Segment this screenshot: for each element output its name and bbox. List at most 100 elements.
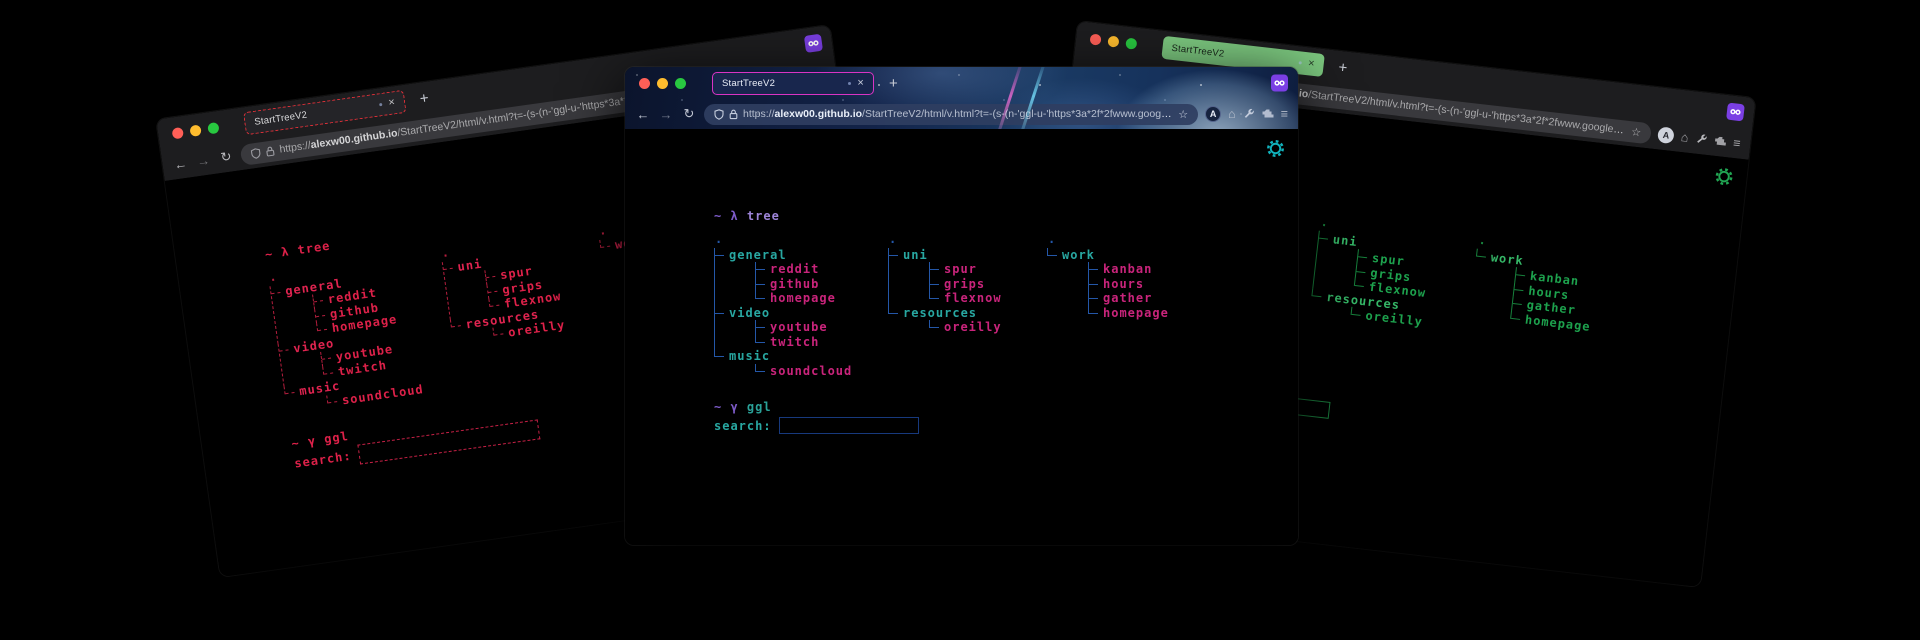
url-bar[interactable]: https://alexw00.github.io/StartTreeV2/ht… bbox=[704, 104, 1198, 125]
reload-icon[interactable]: ↻ bbox=[681, 106, 697, 122]
category-label: general bbox=[729, 248, 787, 262]
tree-link-flexnow[interactable]: flexnow bbox=[929, 291, 1002, 306]
minimize-window-button[interactable] bbox=[657, 78, 668, 89]
close-window-button[interactable] bbox=[171, 126, 183, 138]
category-label: uni bbox=[457, 256, 483, 273]
url-text: https://alexw00.github.io/StartTreeV2/ht… bbox=[743, 108, 1173, 120]
tree-link-github[interactable]: github bbox=[755, 277, 852, 292]
minimize-window-button[interactable] bbox=[1107, 35, 1119, 47]
tree-column: .generalredditgithubhomepagevideoyoutube… bbox=[267, 252, 424, 415]
desktop: StartTreeV2 × + ← → ↻ https://alexw00.gi… bbox=[0, 0, 1920, 640]
tree-link-oreilly[interactable]: oreilly bbox=[929, 320, 1002, 335]
tree-root-dot: . bbox=[1047, 233, 1169, 248]
starttree-page: ~ λ tree .generalredditgithubhomepagevid… bbox=[625, 129, 1298, 545]
gamma-symbol: γ bbox=[307, 432, 325, 448]
tab-title: StartTreeV2 bbox=[1171, 42, 1294, 67]
search-row: search: bbox=[293, 419, 540, 473]
tree-category-resources: resourcesoreilly bbox=[888, 306, 1002, 335]
search-input[interactable] bbox=[357, 419, 540, 464]
tree-link-homepage[interactable]: homepage bbox=[755, 291, 852, 306]
tree-link-soundcloud[interactable]: soundcloud bbox=[755, 364, 852, 379]
tree-column: .workkanbanhoursgatherhomepage bbox=[1469, 234, 1600, 334]
reload-icon[interactable]: ↻ bbox=[217, 148, 235, 166]
home-icon[interactable]: ⌂ bbox=[1680, 130, 1689, 145]
new-tab-button[interactable]: + bbox=[1338, 58, 1349, 76]
traffic-lights[interactable] bbox=[171, 121, 219, 138]
bookmark-star-icon[interactable]: ☆ bbox=[1631, 125, 1642, 139]
category-label: work bbox=[1490, 250, 1524, 268]
zoom-window-button[interactable] bbox=[207, 121, 219, 133]
tab-close-icon[interactable]: × bbox=[1307, 57, 1315, 70]
tree-column: .unispurgripsflexnowresourcesoreilly bbox=[440, 232, 567, 348]
tab-title: StartTreeV2 bbox=[254, 100, 375, 128]
extensions-icon[interactable] bbox=[1262, 108, 1274, 120]
category-label: uni bbox=[903, 248, 928, 262]
tab-favicon-dot bbox=[1299, 61, 1302, 64]
zoom-window-button[interactable] bbox=[1125, 37, 1137, 49]
category-label: work bbox=[1062, 248, 1095, 262]
menu-hamburger-icon[interactable]: ≡ bbox=[1732, 136, 1741, 151]
minimize-window-button[interactable] bbox=[189, 124, 201, 136]
account-icon[interactable]: A bbox=[1205, 106, 1221, 122]
close-window-button[interactable] bbox=[1090, 33, 1102, 45]
tab-bar: StartTreeV2 × + bbox=[625, 67, 1298, 99]
ggl-command: ggl bbox=[323, 429, 349, 446]
forward-icon[interactable]: → bbox=[194, 152, 212, 169]
tree-link-youtube[interactable]: youtube bbox=[755, 320, 852, 335]
firefox-mask-badge-icon[interactable] bbox=[1726, 103, 1745, 122]
tree-link-homepage[interactable]: homepage bbox=[1088, 306, 1169, 321]
tree-link-reddit[interactable]: reddit bbox=[755, 262, 852, 277]
tree-category-video: videoyoutubetwitch bbox=[714, 306, 852, 350]
traffic-lights[interactable] bbox=[639, 78, 686, 89]
home-icon[interactable]: ⌂ bbox=[1228, 107, 1236, 121]
tree-column: .workkanbanhoursgatherhomepage bbox=[1047, 233, 1169, 320]
new-tab-button[interactable]: + bbox=[889, 75, 898, 92]
wrench-icon[interactable] bbox=[1695, 133, 1708, 146]
browser-chrome: StartTreeV2 × + ← → ↻ https://alexw00.gi… bbox=[625, 67, 1298, 129]
shield-icon bbox=[250, 147, 261, 159]
search-input[interactable] bbox=[779, 417, 919, 434]
tree-link-hours[interactable]: hours bbox=[1088, 277, 1169, 292]
tree-link-spur[interactable]: spur bbox=[929, 262, 1002, 277]
firefox-mask-badge-icon[interactable] bbox=[804, 34, 823, 53]
search-section-header: ~ γ ggl bbox=[714, 400, 772, 414]
tree-category-general: generalredditgithubhomepage bbox=[714, 248, 852, 306]
bookmark-star-icon[interactable]: ☆ bbox=[1178, 108, 1188, 121]
tab-close-icon[interactable]: × bbox=[388, 96, 396, 109]
wrench-icon[interactable] bbox=[1243, 108, 1255, 120]
account-icon[interactable]: A bbox=[1657, 126, 1675, 144]
settings-gear-icon[interactable] bbox=[1266, 139, 1285, 158]
lambda-symbol: λ bbox=[280, 243, 298, 259]
forward-icon[interactable]: → bbox=[658, 107, 674, 122]
back-icon[interactable]: ← bbox=[635, 107, 651, 122]
tree-link-twitch[interactable]: twitch bbox=[755, 335, 852, 350]
extensions-icon[interactable] bbox=[1714, 135, 1727, 148]
tree-category-uni: unispurgripsflexnow bbox=[888, 248, 1002, 306]
tree-column: .unispurgripsflexnowresourcesoreilly bbox=[1309, 216, 1433, 330]
category-label: uni bbox=[1332, 232, 1358, 249]
browser-tab[interactable]: StartTreeV2 × bbox=[712, 72, 874, 95]
tab-title: StartTreeV2 bbox=[722, 78, 842, 89]
tree-category-music: musicsoundcloud bbox=[714, 349, 852, 378]
shield-icon bbox=[714, 109, 724, 120]
tree-link-kanban[interactable]: kanban bbox=[1088, 262, 1169, 277]
gamma-symbol: γ bbox=[730, 400, 746, 414]
tree-column: .generalredditgithubhomepagevideoyoutube… bbox=[714, 233, 852, 378]
new-tab-button[interactable]: + bbox=[419, 89, 430, 107]
search-label: search: bbox=[714, 419, 772, 433]
zoom-window-button[interactable] bbox=[675, 78, 686, 89]
lock-icon bbox=[265, 145, 275, 157]
settings-gear-icon[interactable] bbox=[1714, 166, 1735, 187]
traffic-lights[interactable] bbox=[1090, 33, 1138, 49]
tab-favicon-dot bbox=[848, 82, 851, 85]
close-window-button[interactable] bbox=[639, 78, 650, 89]
tree-link-grips[interactable]: grips bbox=[929, 277, 1002, 292]
tab-favicon-dot bbox=[379, 102, 382, 105]
tree-link-gather[interactable]: gather bbox=[1088, 291, 1169, 306]
menu-hamburger-icon[interactable]: ≡ bbox=[1281, 107, 1288, 121]
tree-command: tree bbox=[297, 239, 332, 257]
firefox-mask-badge-icon[interactable] bbox=[1271, 75, 1288, 92]
category-label: music bbox=[729, 349, 770, 363]
tab-close-icon[interactable]: × bbox=[857, 77, 864, 89]
back-icon[interactable]: ← bbox=[172, 155, 190, 172]
